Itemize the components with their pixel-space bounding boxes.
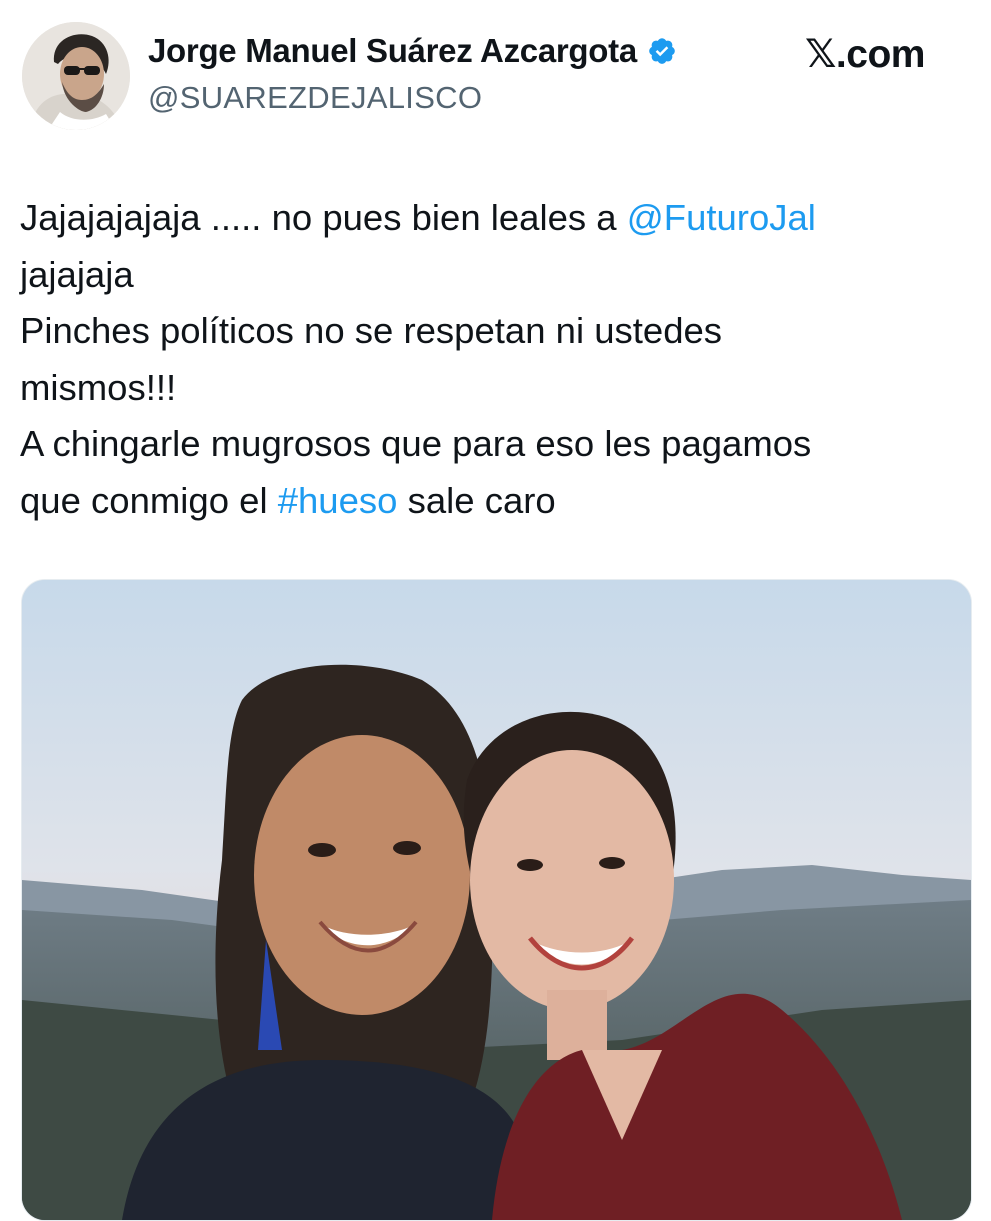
tweet-header: Jorge Manuel Suárez Azcargota @SUAREZDEJ… <box>0 0 991 150</box>
tweet-line-4: mismos!!! <box>20 366 177 408</box>
tweet-line-1: Jajajajajaja ..... no pues bien leales a… <box>20 190 960 247</box>
author-display-name[interactable]: Jorge Manuel Suárez Azcargota <box>148 32 637 70</box>
tweet-line-2: jajajaja <box>20 253 134 295</box>
tweet-line-5: A chingarle mugrosos que para eso les pa… <box>20 423 812 464</box>
tweet-body: Jajajajajaja ..... no pues bien leales a… <box>20 190 960 529</box>
mention-link[interactable]: @FuturoJal <box>627 197 816 238</box>
photo-image <box>22 580 971 1220</box>
hashtag-link[interactable]: #hueso <box>278 480 398 521</box>
avatar-image <box>22 22 130 130</box>
author-handle[interactable]: @SUAREZDEJALISCO <box>148 80 482 116</box>
tweet-line-6: que conmigo el #hueso sale caro <box>20 473 960 530</box>
tweet-line-1-text: Jajajajajaja ..... no pues bien leales a <box>20 197 627 238</box>
source-domain-label: 𝕏.com <box>805 32 925 77</box>
source-domain-suffix: .com <box>835 33 926 76</box>
tweet-line-6-tail: sale caro <box>397 479 556 521</box>
x-logo-icon: 𝕏 <box>805 32 836 77</box>
tweet-line-6-text: que conmigo el <box>20 479 278 521</box>
author-avatar[interactable] <box>22 22 130 130</box>
author-name-row: Jorge Manuel Suárez Azcargota <box>148 32 677 70</box>
tweet-line-3: Pinches políticos no se respetan ni uste… <box>20 310 723 351</box>
tweet-media-photo[interactable] <box>21 579 972 1221</box>
verified-badge-icon <box>647 36 677 66</box>
